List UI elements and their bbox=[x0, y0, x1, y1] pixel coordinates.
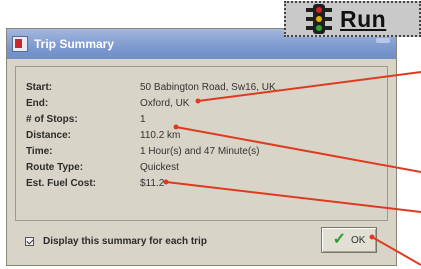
callout-dot-distance bbox=[173, 124, 179, 130]
callout-dot-fuel-cost bbox=[163, 179, 169, 185]
callout-line-distance bbox=[175, 126, 421, 173]
callout-dot-end bbox=[195, 98, 201, 104]
callout-line-ok bbox=[371, 236, 421, 266]
callout-line-fuel-cost bbox=[165, 181, 421, 213]
annotation-callouts bbox=[163, 71, 421, 266]
callout-dot-ok bbox=[369, 234, 375, 240]
callout-line-end bbox=[197, 71, 421, 102]
